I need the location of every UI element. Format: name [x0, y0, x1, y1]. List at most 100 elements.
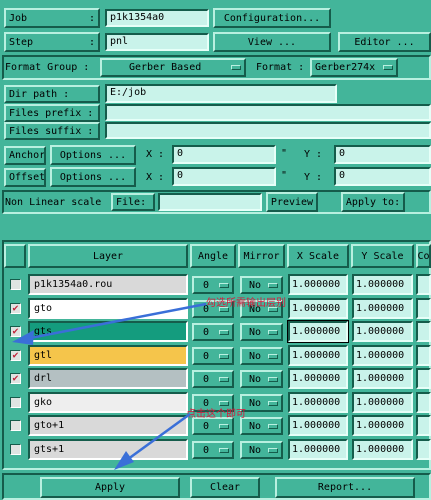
clear-button[interactable]: Clear	[190, 477, 260, 498]
y-scale-input[interactable]: 1.000000	[352, 392, 413, 413]
mirror-dropdown[interactable]: No	[240, 276, 283, 294]
dropdown-indicator-icon	[231, 65, 241, 70]
angle-dropdown[interactable]: 0	[192, 441, 234, 459]
files-prefix-label: Files prefix :	[4, 104, 100, 122]
mirror-value: No	[249, 397, 262, 409]
offset-y-label: Y :	[304, 172, 323, 183]
angle-dropdown[interactable]: 0	[192, 370, 234, 388]
anchor-x-label: X :	[146, 149, 165, 160]
co-cell[interactable]	[416, 392, 431, 413]
view-button[interactable]: View ...	[213, 32, 331, 52]
x-scale-input[interactable]: 1.000000	[288, 368, 348, 389]
apply-button[interactable]: Apply	[40, 477, 180, 498]
table-row-layer-name[interactable]: gts	[28, 321, 188, 342]
annotation-select-layers: 勾选所需输出层别	[206, 298, 286, 309]
mirror-dropdown[interactable]: No	[240, 323, 283, 341]
y-scale-input[interactable]: 1.000000	[352, 298, 413, 319]
table-row-layer-name[interactable]: gto	[28, 298, 188, 319]
dropdown-indicator-icon	[219, 329, 229, 335]
table-row-layer-name[interactable]: gts+1	[28, 439, 188, 460]
x-scale-input[interactable]: 1.000000	[288, 274, 348, 295]
layer-checkbox[interactable]	[10, 420, 21, 431]
angle-dropdown[interactable]: 0	[192, 276, 234, 294]
job-input[interactable]: p1k1354a0	[105, 9, 209, 27]
anchor-options-button[interactable]: Options ...	[50, 145, 136, 165]
co-cell[interactable]	[416, 439, 431, 460]
anchor-y-label: Y :	[304, 149, 323, 160]
layer-checkbox[interactable]: ✔	[10, 326, 21, 337]
annotation-click-apply: 点击这个即可	[186, 409, 246, 420]
dropdown-indicator-icon	[268, 353, 278, 359]
configuration-button[interactable]: Configuration...	[213, 8, 331, 28]
co-cell[interactable]	[416, 274, 431, 295]
y-scale-input[interactable]: 1.000000	[352, 321, 413, 342]
y-scale-input[interactable]: 1.000000	[352, 274, 413, 295]
offset-x-input[interactable]: 0	[172, 167, 276, 186]
files-suffix-label: Files suffix :	[4, 122, 100, 140]
x-scale-input[interactable]: 1.000000	[287, 320, 349, 343]
anchor-inch-mark: "	[281, 148, 288, 159]
dropdown-indicator-icon	[268, 329, 278, 335]
angle-value: 0	[203, 373, 210, 385]
format-dropdown[interactable]: Gerber274x	[310, 58, 398, 77]
files-suffix-input[interactable]	[105, 122, 431, 139]
report-button[interactable]: Report...	[275, 477, 415, 498]
angle-dropdown[interactable]: 0	[192, 323, 234, 341]
anchor-x-input[interactable]: 0	[172, 145, 276, 164]
format-group-dropdown[interactable]: Gerber Based	[100, 58, 246, 77]
mirror-dropdown[interactable]: No	[240, 441, 283, 459]
dir-path-input[interactable]: E:/job	[105, 84, 337, 103]
layer-checkbox[interactable]	[10, 444, 21, 455]
nonlinear-file-input[interactable]	[158, 193, 262, 211]
column-header-layer: Layer	[28, 244, 188, 268]
anchor-y-input[interactable]: 0	[334, 145, 431, 164]
dropdown-indicator-icon	[268, 376, 278, 382]
table-row-layer-name[interactable]: p1k1354a0.rou	[28, 274, 188, 295]
files-prefix-input[interactable]	[105, 104, 431, 121]
table-row-layer-name[interactable]: drl	[28, 368, 188, 389]
mirror-dropdown[interactable]: No	[240, 347, 283, 365]
editor-button[interactable]: Editor ...	[338, 32, 431, 52]
x-scale-input[interactable]: 1.000000	[288, 392, 348, 413]
anchor-label: Anchor	[4, 146, 46, 165]
x-scale-input[interactable]: 1.000000	[288, 298, 348, 319]
co-cell[interactable]	[416, 345, 431, 366]
layer-checkbox[interactable]: ✔	[10, 350, 21, 361]
mirror-dropdown[interactable]: No	[240, 370, 283, 388]
co-cell[interactable]	[416, 321, 431, 342]
y-scale-input[interactable]: 1.000000	[352, 439, 413, 460]
preview-button[interactable]: Preview	[266, 192, 318, 212]
step-label: Step:	[4, 32, 100, 52]
x-scale-input[interactable]: 1.000000	[288, 415, 348, 436]
table-row-layer-name[interactable]: gko	[28, 392, 188, 413]
dropdown-indicator-icon	[219, 282, 229, 288]
dir-path-label: Dir path :	[4, 85, 100, 103]
dropdown-indicator-icon	[268, 447, 278, 453]
layer-checkbox[interactable]: ✔	[10, 303, 21, 314]
mirror-dropdown[interactable]: No	[240, 394, 283, 412]
x-scale-input[interactable]: 1.000000	[288, 345, 348, 366]
table-row-layer-name[interactable]: gto+1	[28, 415, 188, 436]
co-cell[interactable]	[416, 368, 431, 389]
angle-value: 0	[203, 326, 210, 338]
co-cell[interactable]	[416, 298, 431, 319]
offset-label: Offset	[4, 168, 46, 187]
mirror-value: No	[249, 279, 262, 291]
step-input[interactable]: pnl	[105, 33, 209, 51]
y-scale-input[interactable]: 1.000000	[352, 415, 413, 436]
mirror-dropdown[interactable]: No	[240, 417, 283, 435]
table-row-layer-name[interactable]: gtl	[28, 345, 188, 366]
nonlinear-file-label: File:	[111, 193, 155, 211]
column-header-mirror: Mirror	[238, 244, 285, 268]
co-cell[interactable]	[416, 415, 431, 436]
layer-checkbox[interactable]: ✔	[10, 373, 21, 384]
y-scale-input[interactable]: 1.000000	[352, 345, 413, 366]
angle-dropdown[interactable]: 0	[192, 347, 234, 365]
offset-options-button[interactable]: Options ...	[50, 167, 136, 187]
layer-checkbox[interactable]	[10, 279, 21, 290]
apply-to-button[interactable]: Apply to:	[341, 192, 405, 212]
layer-checkbox[interactable]	[10, 397, 21, 408]
x-scale-input[interactable]: 1.000000	[288, 439, 348, 460]
offset-y-input[interactable]: 0	[334, 167, 431, 186]
y-scale-input[interactable]: 1.000000	[352, 368, 413, 389]
